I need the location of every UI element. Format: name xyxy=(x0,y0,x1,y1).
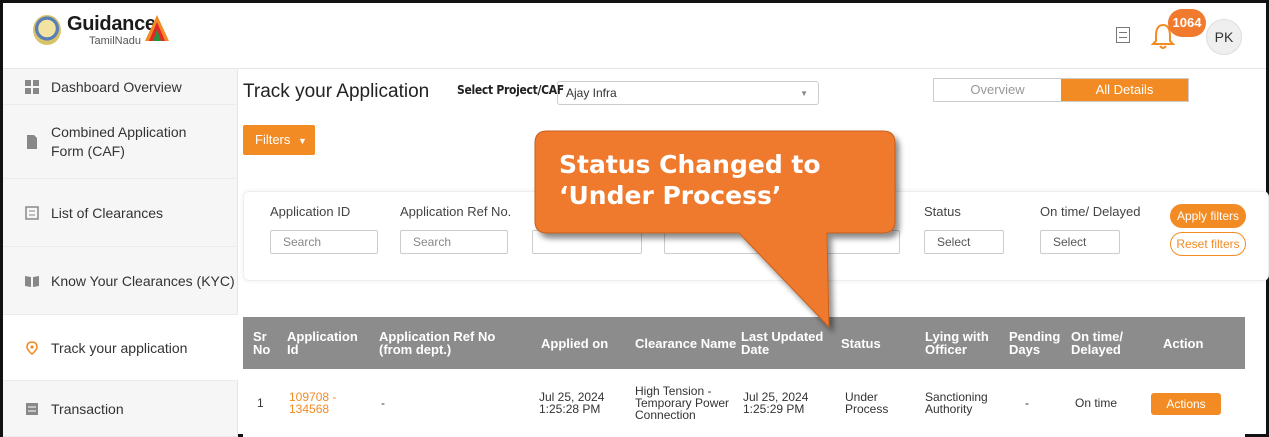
cell-clearance: High Tension - Temporary Power Connectio… xyxy=(635,384,730,422)
caret-down-icon: ▼ xyxy=(298,136,307,146)
date-to-input[interactable] xyxy=(664,230,900,254)
application-ref-label: Application Ref No. xyxy=(400,204,512,219)
sidebar-item-label: Transaction xyxy=(51,400,124,417)
cell-applied-on: Jul 25, 2024 1:25:28 PM xyxy=(539,390,605,416)
application-id-input[interactable]: Search xyxy=(270,230,378,254)
tab-all-details[interactable]: All Details xyxy=(1061,79,1188,101)
cell-last-updated: Jul 25, 2024 1:25:29 PM xyxy=(743,390,809,416)
list-icon xyxy=(25,205,39,220)
cell-app-id-link[interactable]: 109708 - 134568 xyxy=(289,369,349,437)
cell-sr: 1 xyxy=(257,396,264,410)
avatar[interactable]: PK xyxy=(1206,19,1242,55)
th-status: Status xyxy=(841,335,881,351)
top-bar: Guidance TamilNadu 1064 PK xyxy=(3,3,1266,69)
notification-badge[interactable]: 1064 xyxy=(1168,9,1206,37)
cell-ref-no: - xyxy=(381,396,385,410)
application-id-label: Application ID xyxy=(270,204,351,219)
main-content: Track your Application Select Project/CA… xyxy=(241,69,1269,437)
cell-ontime: On time xyxy=(1075,396,1118,410)
th-last-updated: Last Updated Date xyxy=(741,329,824,357)
ontime-select[interactable]: Select xyxy=(1040,230,1120,254)
book-icon xyxy=(25,275,39,287)
th-ontime: On time/ Delayed xyxy=(1071,329,1124,357)
document-icon xyxy=(27,134,37,149)
actions-button[interactable]: Actions xyxy=(1151,393,1221,415)
logo-subtitle: TamilNadu xyxy=(89,35,141,47)
table-row: 1 109708 - 134568 - Jul 25, 2024 1:25:28… xyxy=(243,369,1245,437)
sidebar-item-label: Track your application xyxy=(51,339,188,356)
location-pin-icon xyxy=(26,340,38,355)
cell-status: Under Process xyxy=(845,390,889,416)
view-toggle: Overview All Details xyxy=(933,78,1189,102)
chevron-down-icon: ▼ xyxy=(800,89,808,98)
filters-button[interactable]: Filters ▼ xyxy=(243,125,315,155)
th-applied-on: Applied on xyxy=(541,335,609,351)
menu-list-icon[interactable] xyxy=(1116,27,1130,43)
page-title: Track your Application xyxy=(243,81,430,102)
ontime-label: On time/ Delayed xyxy=(1040,204,1141,219)
sidebar-item-caf[interactable]: Combined Application Form (CAF) xyxy=(3,105,238,179)
tab-overview[interactable]: Overview xyxy=(934,79,1061,101)
sidebar-item-label: Know Your Clearances (KYC) xyxy=(51,272,235,289)
table-header: Sr No Application Id Application Ref No … xyxy=(243,317,1245,369)
th-pending: Pending Days xyxy=(1009,329,1061,357)
select-project-label: Select Project/CAF xyxy=(457,83,564,97)
cell-lying-with: Sanctioning Authority xyxy=(925,390,988,416)
sidebar: Dashboard Overview Combined Application … xyxy=(3,69,238,437)
status-label: Status xyxy=(924,204,961,219)
th-ref-no: Application Ref No (from dept.) xyxy=(379,329,496,357)
sidebar-item-transaction[interactable]: Transaction xyxy=(3,381,238,437)
sidebar-item-label: List of Clearances xyxy=(51,204,164,221)
sidebar-item-label: Dashboard Overview xyxy=(51,78,182,95)
apply-filters-button[interactable]: Apply filters xyxy=(1170,204,1246,228)
status-select[interactable]: Select xyxy=(924,230,1004,254)
th-sr: Sr No xyxy=(253,329,271,357)
th-clearance: Clearance Name xyxy=(635,335,737,351)
th-app-id: Application Id xyxy=(287,329,358,357)
sidebar-item-dashboard[interactable]: Dashboard Overview xyxy=(3,69,238,105)
project-select-value: Ajay Infra xyxy=(566,86,617,100)
logo-title: Guidance xyxy=(67,13,156,35)
dashboard-icon xyxy=(25,79,39,94)
guidance-logo[interactable]: Guidance TamilNadu xyxy=(33,11,183,51)
date-from-input[interactable] xyxy=(532,230,642,254)
th-lying-with: Lying with Officer xyxy=(925,329,989,357)
flame-icon xyxy=(145,15,169,41)
reset-filters-button[interactable]: Reset filters xyxy=(1170,232,1246,256)
transaction-icon xyxy=(26,402,38,415)
project-select[interactable]: Ajay Infra ▼ xyxy=(557,81,819,105)
filter-panel: Application ID Search Application Ref No… xyxy=(243,191,1269,281)
tn-emblem-icon xyxy=(33,15,61,45)
sidebar-item-clearances[interactable]: List of Clearances xyxy=(3,179,238,247)
filters-button-label: Filters xyxy=(255,132,291,147)
sidebar-item-kyc[interactable]: Know Your Clearances (KYC) xyxy=(3,247,238,315)
cell-pending-days: - xyxy=(1025,396,1029,410)
sidebar-item-track[interactable]: Track your application xyxy=(3,315,238,381)
sidebar-item-label: Combined Application Form (CAF) xyxy=(51,123,187,159)
th-action: Action xyxy=(1163,335,1204,351)
application-ref-input[interactable]: Search xyxy=(400,230,508,254)
